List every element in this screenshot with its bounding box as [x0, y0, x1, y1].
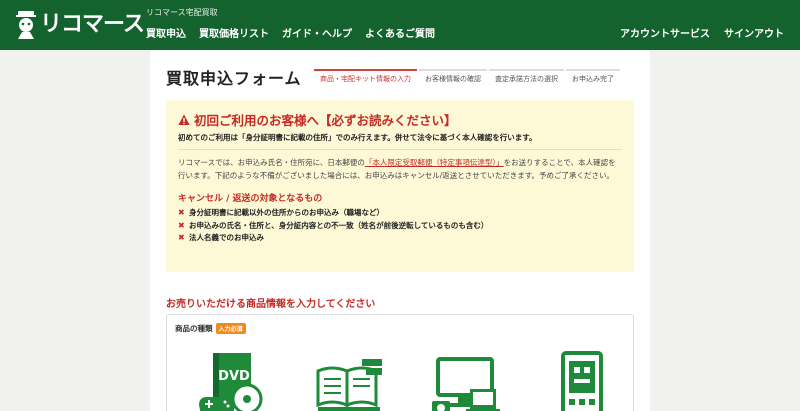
books-icon[interactable] [314, 349, 384, 411]
mascot-logo-icon [16, 11, 36, 39]
dvd-game-icon[interactable]: DVD [197, 349, 267, 411]
cross-icon: ✖ [178, 208, 185, 217]
cancel-item: ✖ お申込みの氏名・住所と、身分証内容との不一致（姓名が前後逆転しているものも含む… [178, 220, 622, 233]
cancel-item: ✖ 身分証明書に記載以外の住所からのお申込み（職場など） [178, 207, 622, 220]
nav-item-guide[interactable]: ガイド・ヘルプ [282, 25, 352, 40]
cancel-item-text: 身分証明書に記載以外の住所からのお申込み（職場など） [189, 208, 384, 217]
sub-brand: リコマース宅配買取 [146, 8, 218, 17]
step-item-confirm: お客様情報の確認 [419, 69, 487, 88]
product-section-title: お売りいただける商品情報を入力してください [166, 299, 376, 310]
notice-body-pre: リコマースでは、お申込み氏名・住所宛に、日本郵便の [178, 158, 365, 167]
product-type-label: 商品の種類 [175, 324, 213, 333]
page-title: 買取申込フォーム [166, 69, 302, 88]
cancel-list: ✖ 身分証明書に記載以外の住所からのお申込み（職場など） ✖ お申込みの氏名・住所と… [178, 207, 622, 245]
main-content: 買取申込フォーム 商品・宅配キット情報の入力 お客様情報の確認 査定承諾方法の選… [150, 50, 650, 411]
nav-item-apply[interactable]: 買取申込 [146, 25, 186, 40]
notice-title: 初回ご利用のお客様へ【必ずお読みください】 [178, 110, 622, 129]
notice-title-text: 初回ご利用のお客様へ【必ずお読みください】 [194, 113, 457, 128]
required-badge: 入力必須 [215, 323, 246, 334]
mobile-device-icon[interactable] [547, 349, 617, 411]
step-item-input: 商品・宅配キット情報の入力 [314, 69, 417, 88]
cancel-item: ✖ 法人名義でのお申込み [178, 232, 622, 245]
step-item-complete: お申込み完了 [566, 69, 620, 88]
restricted-mail-link[interactable]: 「本人限定受取郵便（特定事項伝達型）」 [365, 158, 504, 167]
cancel-item-text: お申込みの氏名・住所と、身分証内容との不一致（姓名が前後逆転しているものも含む） [189, 220, 489, 230]
notice-lead: 初めてのご利用は「身分証明書に記載の住所」でのみ行えます。併せて法令に基づく本人… [178, 133, 537, 142]
product-type-box: 商品の種類 入力必須 DVD [166, 314, 634, 411]
account-nav: アカウントサービス サインアウト [620, 25, 784, 40]
dvd-label: DVD [218, 369, 250, 384]
cross-icon: ✖ [178, 233, 185, 242]
notice-divider [178, 149, 622, 150]
step-item-method: 査定承諾方法の選択 [489, 69, 564, 88]
site-header: リコマース リコマース宅配買取 買取申込 買取価格リスト ガイド・ヘルプ よくあ… [0, 0, 800, 50]
cancel-item-text: 法人名義でのお申込み [189, 233, 264, 242]
first-time-notice: 初回ご利用のお客様へ【必ずお読みください】 初めてのご利用は「身分証明書に記載の… [166, 100, 634, 272]
nav-item-faq[interactable]: よくあるご質問 [365, 25, 435, 40]
notice-body: リコマースでは、お申込み氏名・住所宛に、日本郵便の「本人限定受取郵便（特定事項伝… [178, 156, 622, 182]
product-type-options: DVD [197, 349, 617, 411]
product-type-header: 商品の種類 入力必須 [175, 323, 246, 334]
cross-icon: ✖ [178, 220, 185, 230]
warning-icon [178, 114, 190, 125]
account-service-link[interactable]: アカウントサービス [620, 25, 710, 40]
main-nav: 買取申込 買取価格リスト ガイド・ヘルプ よくあるご質問 [146, 25, 435, 40]
nav-item-price-list[interactable]: 買取価格リスト [199, 25, 269, 40]
site-logo[interactable]: リコマース [14, 10, 145, 40]
logo-text: リコマース [40, 12, 145, 37]
pc-electronics-icon[interactable] [430, 349, 501, 411]
progress-steps: 商品・宅配キット情報の入力 お客様情報の確認 査定承諾方法の選択 お申込み完了 [314, 69, 622, 88]
sign-out-link[interactable]: サインアウト [724, 25, 784, 40]
cancel-title: キャンセル / 返送の対象となるもの [178, 194, 323, 204]
